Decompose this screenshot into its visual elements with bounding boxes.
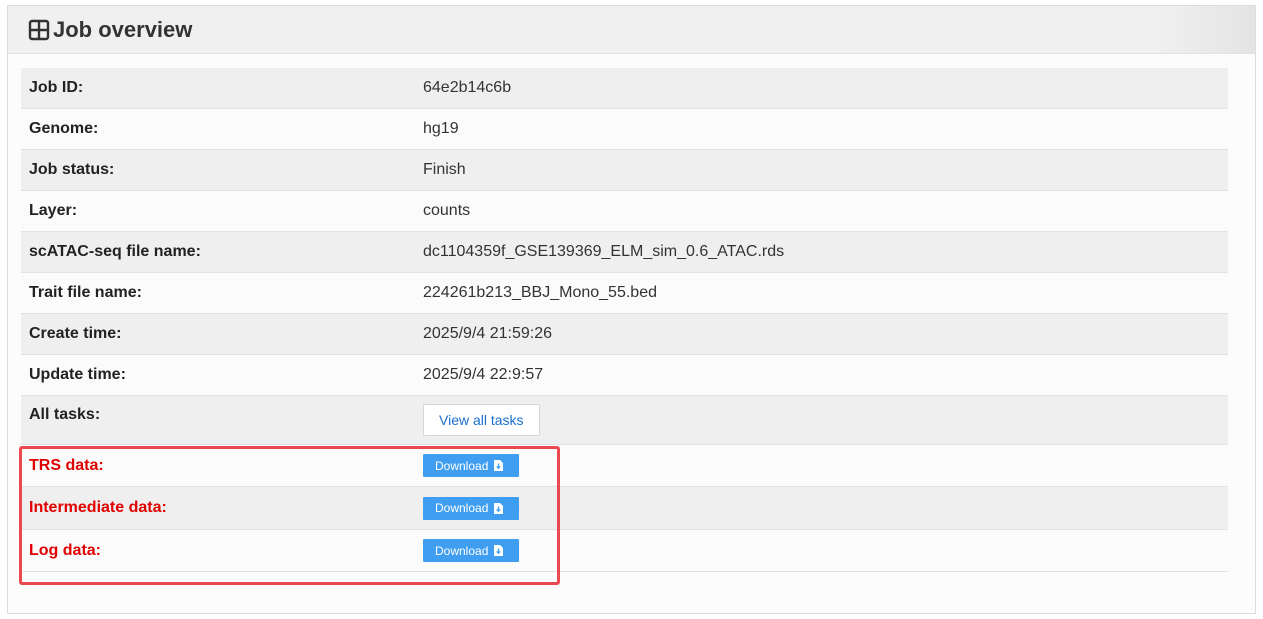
download-button-label: Download <box>435 501 489 515</box>
table-icon <box>28 19 50 41</box>
table-row: Create time: 2025/9/4 21:59:26 <box>21 314 1228 355</box>
row-label-trait-file: Trait file name: <box>29 284 142 301</box>
row-value-scatac-file: dc1104359f_GSE139369_ELM_sim_0.6_ATAC.rd… <box>423 243 785 260</box>
row-value-trait-file: 224261b213_BBJ_Mono_55.bed <box>423 284 657 301</box>
row-value-job-status: Finish <box>423 161 466 178</box>
view-all-tasks-button[interactable]: View all tasks <box>423 404 540 436</box>
table-row: Layer: counts <box>21 191 1228 232</box>
row-label-scatac-file: scATAC-seq file name: <box>29 243 201 260</box>
row-label-genome: Genome: <box>29 120 99 137</box>
row-value-update-time: 2025/9/4 22:9:57 <box>423 366 544 383</box>
table-row: Job ID: 64e2b14c6b <box>21 68 1228 109</box>
row-label-create-time: Create time: <box>29 325 122 342</box>
download-log-button[interactable]: Download <box>423 539 519 562</box>
table-row: Log data: Download <box>21 530 1228 572</box>
row-label-job-status: Job status: <box>29 161 115 178</box>
table-row: All tasks: View all tasks <box>21 396 1228 445</box>
row-label-all-tasks: All tasks: <box>29 406 101 423</box>
file-download-icon <box>494 502 504 514</box>
table-row: Update time: 2025/9/4 22:9:57 <box>21 355 1228 396</box>
row-label-trs-data: TRS data: <box>29 456 104 474</box>
row-value-genome: hg19 <box>423 120 459 137</box>
download-intermediate-button[interactable]: Download <box>423 496 519 520</box>
row-value-job-id: 64e2b14c6b <box>423 79 512 96</box>
row-label-layer: Layer: <box>29 202 78 219</box>
download-trs-button[interactable]: Download <box>423 454 519 477</box>
download-button-label: Download <box>435 458 489 473</box>
table-row: TRS data: Download <box>21 445 1228 487</box>
row-label-job-id: Job ID: <box>29 79 84 96</box>
row-value-create-time: 2025/9/4 21:59:26 <box>423 325 553 342</box>
row-value-layer: counts <box>423 202 471 219</box>
page-title: Job overview <box>53 16 193 42</box>
table-row: Trait file name: 224261b213_BBJ_Mono_55.… <box>21 273 1228 314</box>
table-row: Job status: Finish <box>21 150 1228 191</box>
table-row: Intermediate data: Download <box>21 487 1228 530</box>
job-info-table: Job ID: 64e2b14c6b Genome: hg19 Job stat… <box>21 68 1228 572</box>
row-label-log-data: Log data: <box>29 541 101 559</box>
file-download-icon <box>494 460 504 471</box>
table-row: scATAC-seq file name: dc1104359f_GSE1393… <box>21 232 1228 273</box>
table-row: Genome: hg19 <box>21 109 1228 150</box>
row-label-intermediate-data: Intermediate data: <box>29 499 167 516</box>
row-label-update-time: Update time: <box>29 366 126 383</box>
file-download-icon <box>494 545 504 556</box>
download-button-label: Download <box>435 543 489 558</box>
panel-header: Job overview <box>8 6 1255 54</box>
